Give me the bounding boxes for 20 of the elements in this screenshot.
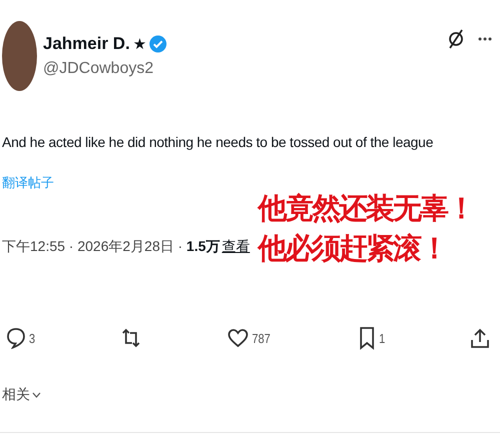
caption-text: 他必须赶紧滚！	[258, 232, 447, 267]
more-icon[interactable]	[478, 37, 492, 41]
count-label: 1	[378, 330, 385, 346]
repost-icon[interactable]	[120, 327, 142, 349]
bookmark-icon[interactable]	[358, 326, 376, 350]
views-link[interactable]: 查看	[222, 238, 250, 256]
related-label[interactable]: 相关	[2, 386, 30, 404]
caption-text: 他竟然还装无辜！	[258, 192, 474, 227]
name-symbol-text: ★	[132, 35, 146, 53]
count-label: 3	[29, 330, 36, 346]
tweet-text: And he acted like he did nothing he needs to be tossed out of the league	[2, 134, 434, 150]
tweet-timestamp: 下午12:55 · 2026年2月28日 · 1.5万	[2, 238, 220, 256]
reply-icon[interactable]	[6, 327, 26, 349]
slashed-circle-icon[interactable]	[448, 28, 464, 50]
share-icon[interactable]	[470, 327, 490, 349]
count-label: 787	[252, 330, 270, 346]
author-handle[interactable]: @JDCowboys2	[43, 60, 167, 78]
author-name[interactable]: Jahmeir D.	[43, 34, 130, 54]
chevron-down-icon[interactable]	[32, 392, 41, 398]
heart-icon[interactable]	[226, 327, 249, 349]
